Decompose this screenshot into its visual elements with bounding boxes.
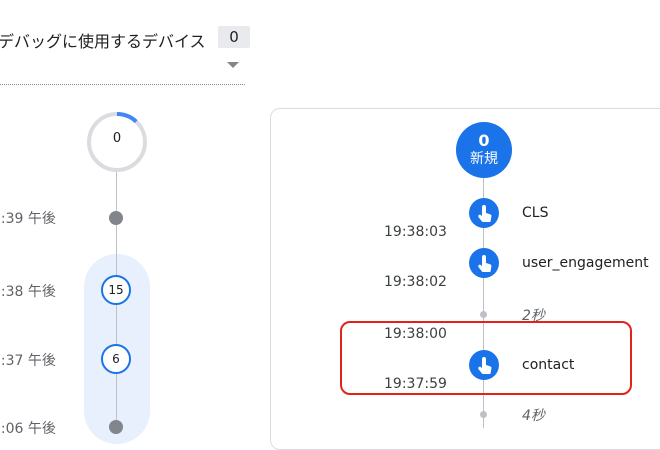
minute-count-bubble[interactable]: 15 bbox=[101, 275, 131, 305]
minute-label: 7:37 午後 bbox=[0, 353, 56, 369]
gap-duration-label: 4秒 bbox=[522, 408, 545, 424]
highlight-annotation-box bbox=[340, 321, 632, 395]
minute-count-bubble[interactable]: 6 bbox=[101, 344, 131, 374]
minute-label: 7:39 午後 bbox=[0, 211, 56, 227]
event-timestamp: 19:38:02 bbox=[384, 274, 447, 290]
minute-label: 7:06 午後 bbox=[0, 421, 56, 437]
gap-dot bbox=[480, 311, 487, 318]
new-events-label: 新規 bbox=[470, 151, 498, 167]
minute-dot[interactable] bbox=[109, 211, 123, 225]
touch-event-icon[interactable] bbox=[469, 248, 499, 278]
gap-dot bbox=[480, 411, 487, 418]
minute-dot[interactable] bbox=[109, 420, 123, 434]
event-name[interactable]: user_engagement bbox=[522, 255, 649, 271]
dropdown-caret-icon[interactable] bbox=[227, 62, 239, 68]
top-counter-value: 0 bbox=[112, 131, 122, 146]
device-count-badge: 0 bbox=[218, 26, 250, 48]
event-timestamp: 19:38:03 bbox=[384, 224, 447, 240]
new-events-badge[interactable]: 0 新規 bbox=[456, 122, 512, 178]
device-selector-label: デバッグに使用するデバイス bbox=[0, 32, 206, 51]
event-name[interactable]: CLS bbox=[522, 205, 548, 221]
new-events-count: 0 bbox=[478, 131, 490, 150]
touch-event-icon[interactable] bbox=[469, 198, 499, 228]
minute-label: 7:38 午後 bbox=[0, 284, 56, 300]
device-selector-underline bbox=[0, 84, 245, 85]
